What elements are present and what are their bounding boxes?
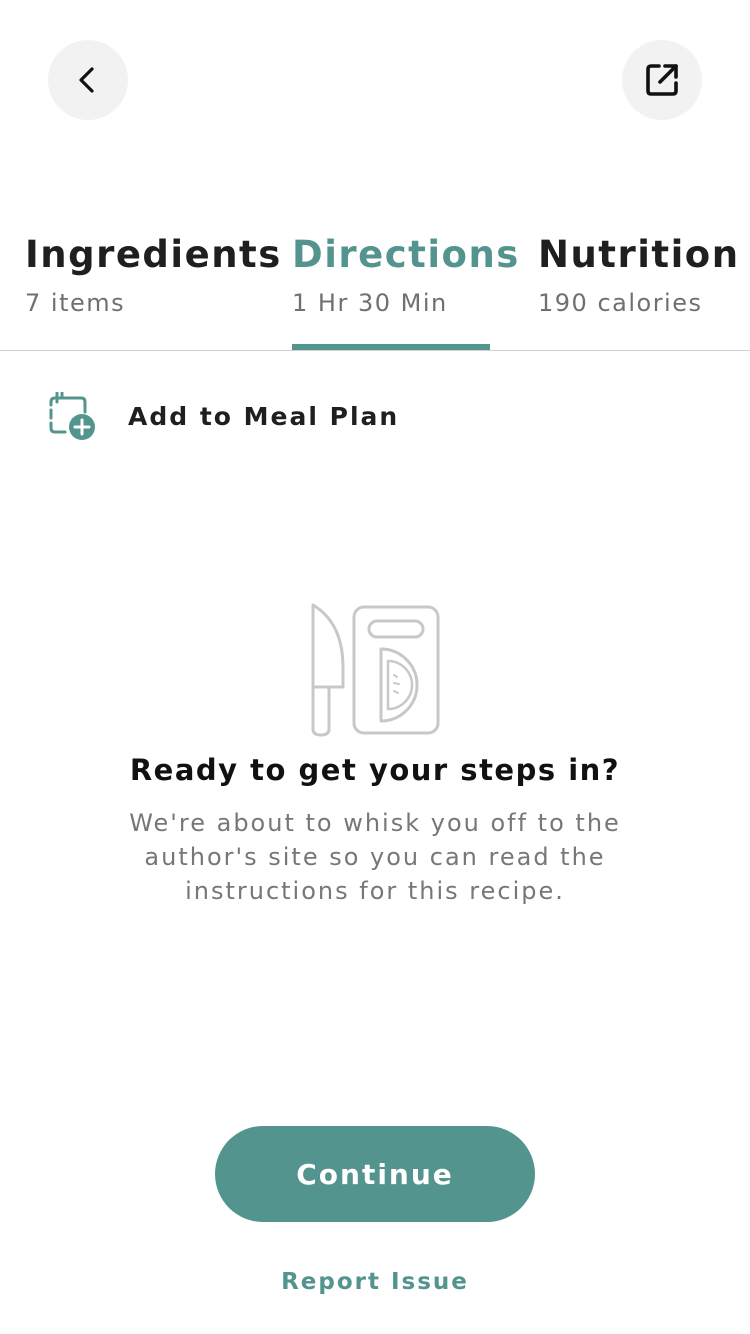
report-issue-link[interactable]: Report Issue (0, 1264, 750, 1300)
open-external-button[interactable] (622, 40, 702, 120)
tab-title: Directions (292, 233, 520, 276)
tab-subtitle: 7 items (25, 289, 126, 317)
tab-nutrition[interactable]: Nutrition 190 calories (538, 228, 740, 351)
tab-ingredients[interactable]: Ingredients 7 items (25, 228, 282, 351)
meal-plan-label: Add to Meal Plan (128, 401, 400, 431)
continue-button[interactable]: Continue (215, 1126, 535, 1222)
tab-directions[interactable]: Directions 1 Hr 30 Min (292, 228, 520, 351)
tab-subtitle: 190 calories (538, 289, 703, 317)
chevron-left-icon (79, 67, 94, 93)
tab-title: Nutrition (538, 233, 740, 276)
tab-title: Ingredients (25, 233, 282, 276)
active-tab-indicator (292, 344, 490, 350)
empty-state-description: We're about to whisk you off to the auth… (129, 809, 621, 905)
add-to-meal-plan-button[interactable]: Add to Meal Plan (48, 390, 399, 442)
calendar-add-icon (49, 392, 95, 440)
recipe-directions-screen: Ingredients 7 items Directions 1 Hr 30 M… (0, 0, 750, 1334)
recipe-tabs: Ingredients 7 items Directions 1 Hr 30 M… (0, 228, 750, 351)
empty-state-title: Ready to get your steps in? (129, 753, 621, 787)
knife-and-cutting-board-icon (311, 603, 440, 737)
tab-subtitle: 1 Hr 30 Min (292, 289, 448, 317)
back-button[interactable] (48, 40, 128, 120)
external-link-icon (646, 64, 678, 96)
